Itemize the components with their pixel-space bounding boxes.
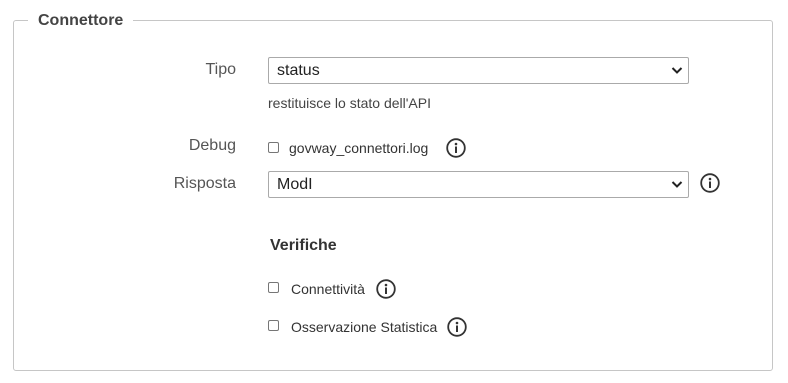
debug-checkbox[interactable] [268,142,279,153]
debug-label: Debug [188,137,236,154]
info-circle-icon[interactable] [376,279,396,299]
chevron-down-icon [671,181,683,188]
risposta-label: Risposta [173,175,236,192]
info-circle-icon[interactable] [446,138,466,158]
risposta-select[interactable]: ModI [268,171,689,198]
tipo-description: restituisce lo stato dell'API [268,95,431,111]
verifiche-title: Verifiche [270,237,337,254]
debug-checkbox-label: govway_connettori.log [289,140,429,156]
tipo-select-value: status [277,62,320,79]
connettivita-label: Connettività [291,281,365,297]
info-circle-icon[interactable] [447,317,467,337]
fieldset-legend: Connettore [28,11,134,31]
osservazione-statistica-label: Osservazione Statistica [291,319,438,335]
info-circle-icon[interactable] [700,173,720,193]
chevron-down-icon [671,67,683,74]
osservazione-statistica-checkbox[interactable] [268,320,279,331]
risposta-select-value: ModI [277,176,313,193]
tipo-select[interactable]: status [268,57,689,84]
tipo-label: Tipo [205,61,236,78]
connettivita-checkbox[interactable] [268,282,279,293]
